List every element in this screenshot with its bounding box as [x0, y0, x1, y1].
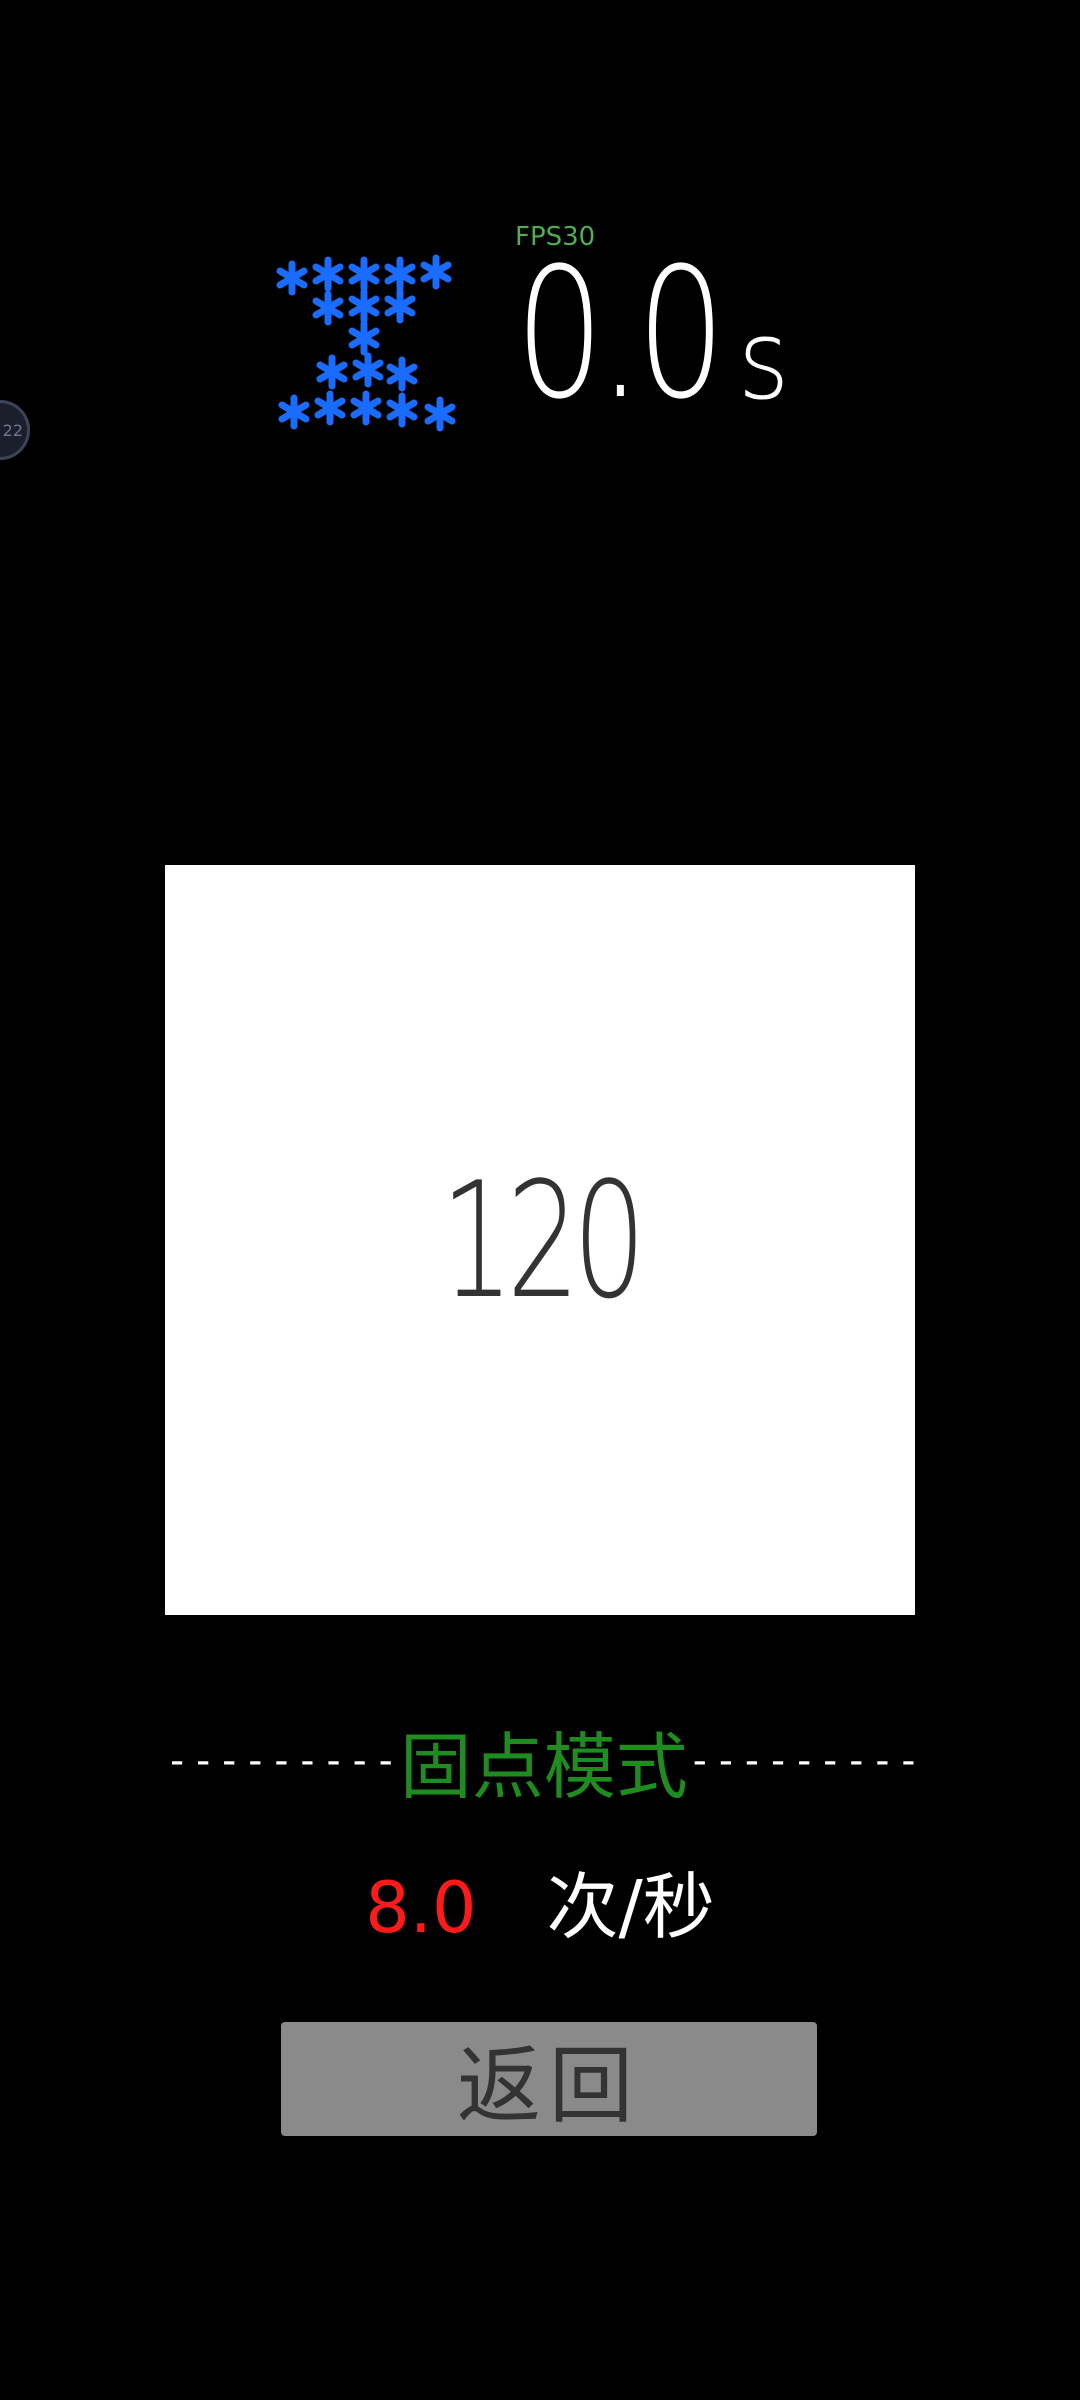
mode-right-dashes: --------- [687, 1737, 923, 1784]
tap-count: 120 [440, 1146, 646, 1334]
rate-value: 8.0 [365, 1867, 477, 1949]
floating-assist-bubble[interactable]: 22 [0, 400, 30, 460]
mode-banner: --------- 固点模式 --------- [165, 1708, 921, 1813]
screen: 22 FPS30 0.0 s 120 --------- 固点模式 ------… [0, 0, 1080, 2400]
rate-row: 8.0 次/秒 [0, 1848, 1080, 1953]
timer-unit: s [737, 296, 790, 424]
timer-value: 0.0 [515, 230, 726, 439]
tap-area[interactable]: 120 [165, 865, 915, 1615]
timer-display: 0.0 s [515, 245, 792, 425]
rate-unit: 次/秒 [546, 1865, 715, 1949]
floating-bubble-text: 22 [2, 420, 23, 440]
back-button[interactable]: 返回 [281, 2022, 817, 2136]
mode-left-dashes: --------- [165, 1737, 400, 1784]
mode-title: 固点模式 [399, 1725, 688, 1809]
hourglass-asterisk-icon [270, 250, 470, 440]
